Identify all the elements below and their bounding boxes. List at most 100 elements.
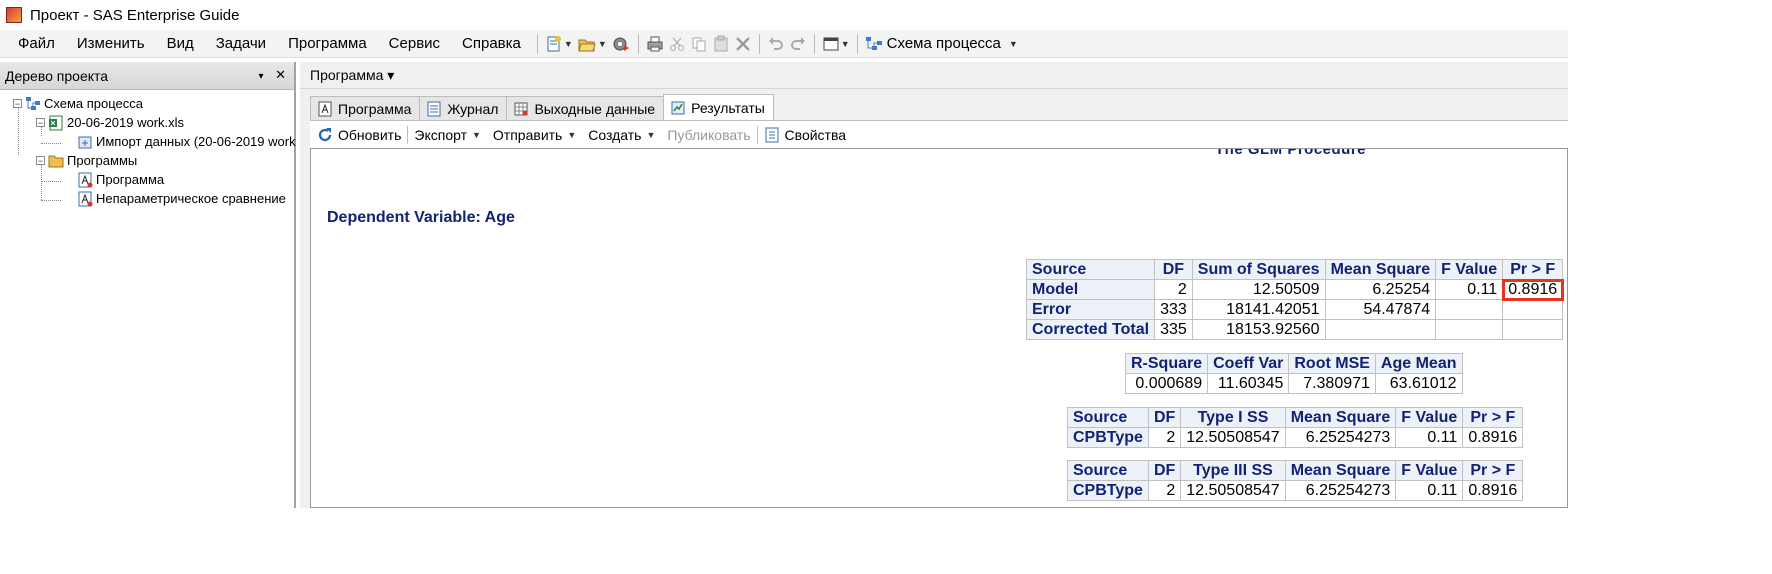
table-cell: 0.000689 bbox=[1124, 373, 1209, 394]
print-icon bbox=[647, 36, 663, 51]
table-cell bbox=[1435, 299, 1504, 320]
results-viewer[interactable]: The GLM Procedure Dependent Variable: Ag… bbox=[310, 148, 1568, 508]
print-button[interactable] bbox=[644, 32, 666, 56]
menu-edit[interactable]: Изменить bbox=[66, 30, 156, 58]
tab-log[interactable]: Журнал bbox=[419, 96, 508, 120]
properties-button[interactable]: Свойства bbox=[758, 127, 852, 143]
window-layout-button[interactable]: ▼ bbox=[820, 32, 852, 56]
new-document-icon bbox=[547, 35, 561, 51]
column-header: Root MSE bbox=[1288, 353, 1376, 374]
tab-program[interactable]: Программа bbox=[310, 96, 421, 120]
table-cell: 6.25254273 bbox=[1284, 480, 1397, 501]
menu-program[interactable]: Программа bbox=[277, 30, 378, 58]
column-header: F Value bbox=[1395, 460, 1464, 481]
table-header-row: R-Square Coeff Var Root MSE Age Mean bbox=[1124, 353, 1463, 374]
project-tree-header: Дерево проекта ▾ ✕ bbox=[0, 62, 294, 90]
folder-open-icon bbox=[578, 39, 596, 51]
collapse-toggle[interactable]: − bbox=[36, 118, 45, 128]
tab-label: Выходные данные bbox=[534, 100, 656, 117]
create-button[interactable]: Создать ▼ bbox=[582, 127, 661, 143]
run-button[interactable] bbox=[609, 32, 633, 56]
chevron-down-icon: ▼ bbox=[597, 38, 607, 49]
column-header: Mean Square bbox=[1284, 407, 1397, 428]
column-header: R-Square bbox=[1124, 353, 1209, 374]
collapse-toggle[interactable]: − bbox=[13, 99, 22, 109]
anova-table: Source DF Sum of Squares Mean Square F V… bbox=[1025, 259, 1564, 340]
table-header-row: Source DF Sum of Squares Mean Square F V… bbox=[1025, 259, 1564, 280]
cut-button[interactable] bbox=[666, 32, 688, 56]
tree-node-excel-file[interactable]: − 20-06-2019 work.xls bbox=[36, 113, 184, 132]
table-cell: 18141.42051 bbox=[1191, 299, 1326, 320]
publish-button[interactable]: Публиковать bbox=[661, 127, 756, 143]
copy-button[interactable] bbox=[688, 32, 710, 56]
tree-node-process-flow[interactable]: − Схема процесса bbox=[13, 94, 143, 113]
table-cell: 6.25254 bbox=[1324, 279, 1437, 300]
table-cell: 11.60345 bbox=[1207, 373, 1290, 394]
tab-label: Журнал bbox=[447, 100, 499, 117]
sas-program-icon bbox=[318, 101, 332, 116]
tab-label: Программа bbox=[338, 100, 412, 117]
column-header: Mean Square bbox=[1324, 259, 1437, 280]
workspace-tabs: Программа Журнал Выходные данные Результ… bbox=[310, 94, 774, 120]
refresh-label: Обновить bbox=[338, 126, 402, 143]
refresh-button[interactable]: Обновить bbox=[310, 126, 407, 144]
tab-label: Результаты bbox=[691, 99, 765, 116]
tree-node-import-data[interactable]: Импорт данных (20-06-2019 work bbox=[74, 132, 296, 151]
window-title: Проект - SAS Enterprise Guide bbox=[30, 6, 240, 24]
export-button[interactable]: Экспорт ▼ bbox=[408, 127, 487, 143]
menu-tools[interactable]: Сервис bbox=[378, 30, 451, 58]
pin-dropdown-icon[interactable]: ▾ bbox=[258, 71, 263, 82]
tree-node-program[interactable]: Программа bbox=[74, 170, 164, 189]
redo-icon bbox=[790, 36, 805, 50]
table-row: 0.000689 11.60345 7.380971 63.61012 bbox=[1124, 373, 1463, 394]
close-icon[interactable]: ✕ bbox=[275, 67, 286, 82]
tree-node-nonparametric[interactable]: Непараметрическое сравнение bbox=[74, 189, 286, 208]
column-header: Source bbox=[1067, 460, 1149, 481]
workspace-title[interactable]: Программа ▾ bbox=[310, 67, 394, 84]
chevron-down-icon: ▼ bbox=[840, 38, 850, 49]
menu-view[interactable]: Вид bbox=[156, 30, 205, 58]
gear-run-icon bbox=[613, 37, 629, 51]
open-button[interactable]: ▼ bbox=[575, 32, 609, 56]
results-toolbar: Обновить Экспорт ▼ Отправить ▼ Создать ▼… bbox=[310, 120, 1568, 148]
toolbar-separator bbox=[856, 33, 858, 54]
table-cell bbox=[1435, 319, 1504, 340]
column-header: Pr > F bbox=[1462, 407, 1524, 428]
properties-label: Свойства bbox=[784, 126, 847, 143]
row-header: Model bbox=[1025, 279, 1156, 300]
menu-help[interactable]: Справка bbox=[451, 30, 532, 58]
redo-button[interactable] bbox=[787, 32, 809, 56]
paste-button[interactable] bbox=[710, 32, 732, 56]
tree-node-label: Программа bbox=[96, 172, 165, 187]
dependent-variable-heading: Dependent Variable: Age bbox=[327, 209, 515, 226]
export-label: Экспорт bbox=[414, 126, 467, 143]
workspace-header[interactable]: Программа ▾ bbox=[300, 62, 1568, 89]
table-cell: 6.25254273 bbox=[1284, 427, 1397, 448]
undo-button[interactable] bbox=[765, 32, 787, 56]
row-header: CPBType bbox=[1067, 427, 1149, 448]
delete-button[interactable] bbox=[732, 32, 754, 56]
column-header: F Value bbox=[1435, 259, 1504, 280]
process-flow-label: Схема процесса bbox=[886, 35, 1001, 52]
table-cell: 63.61012 bbox=[1374, 373, 1463, 394]
row-header: CPBType bbox=[1067, 480, 1149, 501]
table-cell: 2 bbox=[1147, 427, 1182, 448]
project-tree-pane: Дерево проекта ▾ ✕ − Схема процесса − 20… bbox=[0, 62, 296, 508]
process-flow-button[interactable]: Схема процесса ▼ bbox=[863, 32, 1020, 56]
procedure-title: The GLM Procedure bbox=[1215, 148, 1367, 158]
table-row: Error 333 18141.42051 54.47874 bbox=[1025, 299, 1564, 320]
send-button[interactable]: Отправить ▼ bbox=[487, 127, 582, 143]
collapse-toggle[interactable]: − bbox=[36, 156, 45, 166]
table-row: Model 2 12.50509 6.25254 0.11 0.8916 bbox=[1025, 278, 1564, 301]
tab-output-data[interactable]: Выходные данные bbox=[506, 96, 665, 120]
new-item-button[interactable]: ▼ bbox=[543, 32, 575, 56]
publish-label: Публиковать bbox=[667, 126, 751, 143]
menu-tasks[interactable]: Задачи bbox=[205, 30, 277, 58]
tree-node-label: Импорт данных (20-06-2019 work bbox=[96, 134, 296, 149]
table-cell: 54.47874 bbox=[1324, 299, 1437, 320]
menu-file[interactable]: Файл bbox=[0, 30, 66, 58]
sas-program-icon bbox=[78, 172, 93, 187]
table-cell: 0.11 bbox=[1395, 427, 1464, 448]
tab-results[interactable]: Результаты bbox=[663, 94, 774, 120]
tree-node-programs-folder[interactable]: − Программы bbox=[36, 151, 137, 170]
